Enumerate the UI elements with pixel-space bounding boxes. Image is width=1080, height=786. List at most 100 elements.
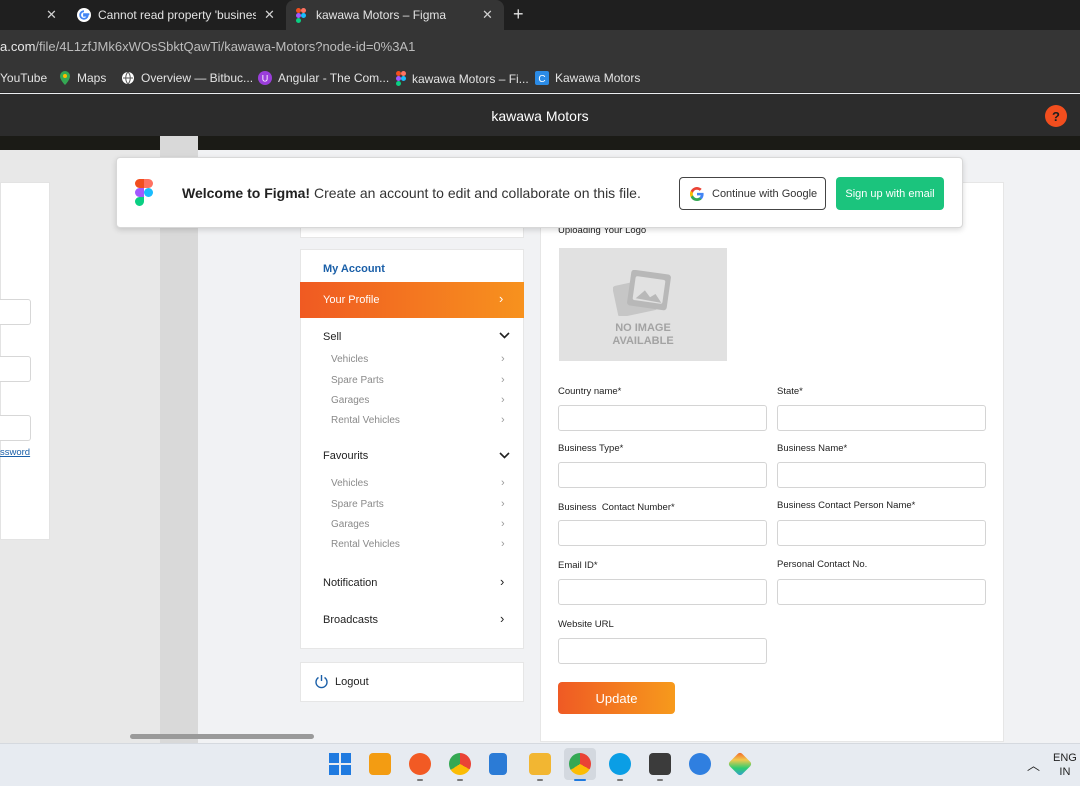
contact-person-input[interactable] [777, 520, 986, 546]
sublime-text-icon[interactable] [649, 753, 671, 775]
state-label: State* [777, 386, 803, 397]
bookmark-label: Kawawa Motors [555, 71, 641, 85]
menu-item-label: Your Profile [323, 294, 380, 306]
chevron-right-icon: › [500, 574, 505, 589]
country-label: Country name* [558, 386, 622, 397]
region-code: IN [1059, 766, 1071, 778]
business-type-input[interactable] [558, 462, 767, 488]
no-image-line: AVAILABLE [612, 335, 674, 347]
url-text[interactable]: a.com/file/4L1zfJMk6xWOsSbktQawTi/kawawa… [0, 39, 415, 54]
notepad-icon[interactable] [489, 753, 507, 775]
close-tab-icon[interactable]: ✕ [264, 7, 275, 23]
bookmark-label: Maps [77, 71, 107, 85]
language-indicator[interactable]: ENG IN [1053, 751, 1077, 779]
tray-overflow-icon[interactable]: ︿ [1027, 755, 1040, 774]
left-input-field[interactable] [0, 415, 31, 441]
taskbar-running-indicator [457, 779, 463, 781]
business-name-label: Business Name* [777, 443, 848, 454]
chevron-right-icon: › [501, 353, 505, 365]
chevron-right-icon: › [501, 538, 505, 550]
globe-icon [122, 71, 134, 85]
business-name-input[interactable] [777, 462, 986, 488]
email-input[interactable] [558, 579, 767, 605]
taskbar-running-indicator [657, 779, 663, 781]
chevron-down-icon[interactable] [499, 332, 510, 340]
submenu-item-label[interactable]: Rental Vehicles [331, 415, 400, 426]
continue-with-google-button[interactable]: Continue with Google [679, 177, 826, 210]
submenu-item-label[interactable]: Vehicles [331, 354, 368, 365]
bookmark-angular[interactable]: U Angular - The Com... [258, 71, 389, 85]
menu-item-broadcasts[interactable]: Broadcasts [323, 614, 378, 626]
google-icon [690, 187, 704, 201]
chevron-right-icon: › [500, 611, 505, 626]
menu-item-sell[interactable]: Sell [323, 331, 341, 343]
figma-icon [296, 8, 306, 23]
no-image-line: NO IMAGE [615, 322, 671, 334]
windows-start-icon[interactable] [329, 753, 351, 775]
chevron-right-icon: › [501, 498, 505, 510]
url-domain: a.com [0, 39, 36, 54]
banner-message: Welcome to Figma! Create an account to e… [182, 185, 641, 201]
no-image-text: NO IMAGE AVAILABLE [559, 322, 727, 348]
skype-icon[interactable] [609, 753, 631, 775]
personal-contact-input[interactable] [777, 579, 986, 605]
chrome-icon[interactable] [449, 753, 471, 775]
submenu-item-label[interactable]: Spare Parts [331, 499, 384, 510]
chevron-down-icon[interactable] [499, 452, 510, 460]
bookmark-label: YouTube [0, 71, 48, 85]
bookmarks-bar: YouTube Maps Overview — Bitbuc... U Angu… [0, 65, 1080, 93]
contact-number-input[interactable] [558, 520, 767, 546]
bookmark-bitbucket[interactable]: Overview — Bitbuc... [121, 71, 253, 85]
banner-body: Create an account to edit and collaborat… [310, 185, 641, 201]
bookmark-youtube[interactable]: YouTube [0, 71, 47, 85]
personal-contact-label: Personal Contact No. [777, 559, 868, 570]
close-tab-icon[interactable]: ✕ [482, 7, 493, 23]
file-explorer-icon[interactable] [529, 753, 551, 775]
left-input-field[interactable] [0, 299, 31, 325]
submenu-item-label[interactable]: Garages [331, 395, 369, 406]
submenu-item-label[interactable]: Garages [331, 519, 369, 530]
contact-number-label: Business Contact Number* [558, 502, 675, 513]
contact-person-label: Business Contact Person Name* [777, 500, 916, 511]
horizontal-scrollbar[interactable] [130, 734, 314, 739]
country-input[interactable] [558, 405, 767, 431]
chrome-icon [569, 753, 591, 775]
taskbar-running-indicator [537, 779, 543, 781]
bookmark-figma[interactable]: kawawa Motors – Fi... [396, 71, 529, 86]
menu-item-favourits[interactable]: Favourits [323, 450, 368, 462]
update-button[interactable]: Update [558, 682, 675, 714]
forgot-password-link[interactable]: ssword [0, 447, 30, 458]
browser-tab[interactable]: Cannot read property 'businessLo ✕ [68, 0, 284, 30]
svg-text:C: C [538, 74, 545, 85]
kawawa-icon: C [535, 71, 549, 85]
bookmark-kawawa[interactable]: C Kawawa Motors [535, 71, 640, 85]
bookmark-maps[interactable]: Maps [59, 71, 106, 85]
google-icon [77, 8, 91, 22]
submenu-item-label[interactable]: Rental Vehicles [331, 539, 400, 550]
website-input[interactable] [558, 638, 767, 664]
address-bar[interactable]: a.com/file/4L1zfJMk6xWOsSbktQawTi/kawawa… [0, 30, 1080, 65]
sign-up-email-button[interactable]: Sign up with email [836, 177, 944, 210]
network-app-icon[interactable] [689, 753, 711, 775]
logo-placeholder-image[interactable]: NO IMAGE AVAILABLE [559, 248, 727, 361]
tab-label: kawawa Motors – Figma [316, 8, 447, 22]
help-button[interactable]: ? [1045, 105, 1067, 127]
left-input-field[interactable] [0, 356, 31, 382]
pen-app-icon[interactable] [409, 753, 431, 775]
svg-text:U: U [262, 74, 269, 84]
google-button-label: Continue with Google [712, 187, 818, 200]
close-tab-icon[interactable]: ✕ [46, 7, 57, 23]
menu-item-notification[interactable]: Notification [323, 577, 377, 589]
submenu-item-label[interactable]: Vehicles [331, 478, 368, 489]
browser-tab[interactable]: ✕ [0, 0, 66, 30]
submenu-item-label[interactable]: Spare Parts [331, 375, 384, 386]
menu-item-your-profile[interactable]: Your Profile › [300, 282, 524, 318]
xampp-icon[interactable] [369, 753, 391, 775]
state-input[interactable] [777, 405, 986, 431]
bookmark-label: kawawa Motors – Fi... [412, 71, 529, 86]
browser-tab-active[interactable]: kawawa Motors – Figma ✕ [286, 0, 504, 30]
logout-button[interactable] [300, 662, 524, 702]
chevron-right-icon: › [501, 518, 505, 530]
website-label: Website URL [558, 619, 614, 630]
new-tab-button[interactable]: + [513, 4, 524, 25]
